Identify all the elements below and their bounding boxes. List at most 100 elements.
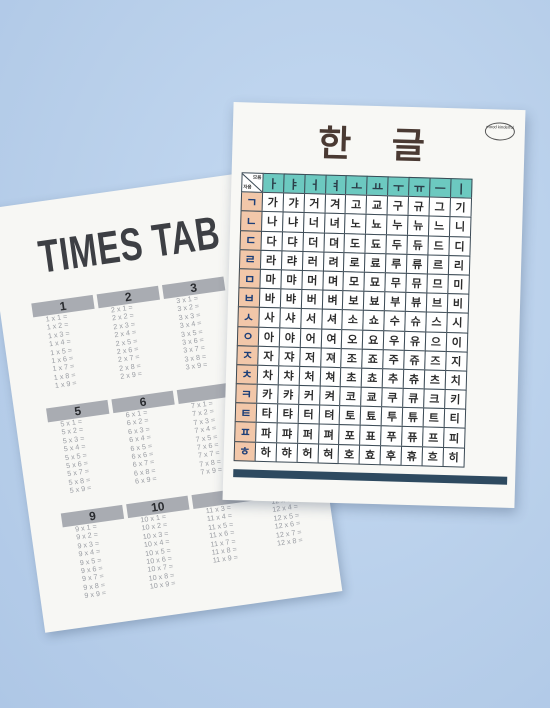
- syllable-cell: 쿄: [360, 386, 383, 408]
- syllable-cell: 마: [259, 268, 282, 290]
- syllable-cell: 서: [299, 308, 323, 330]
- corner-cell: 모음 자음: [241, 172, 264, 194]
- syllable-cell: 효: [358, 444, 382, 466]
- syllable-cell: 먀: [280, 269, 303, 291]
- syllable-cell: 허: [296, 442, 319, 464]
- syllable-cell: 투: [380, 406, 404, 428]
- syllable-cell: 류: [406, 253, 429, 275]
- syllable-cell: 켜: [318, 385, 342, 407]
- syllable-cell: 뷰: [404, 291, 428, 313]
- syllable-cell: 슈: [404, 311, 427, 332]
- syllable-cell: 토: [339, 405, 362, 427]
- syllable-cell: 셔: [320, 308, 344, 330]
- consonant-header-cell: ㄴ: [240, 210, 263, 232]
- syllable-cell: 구: [386, 195, 410, 217]
- syllable-cell: 그: [428, 196, 451, 218]
- syllable-cell: 쳐: [319, 366, 342, 388]
- consonant-header-cell: ㄱ: [240, 191, 264, 213]
- consonant-header-cell: ㅅ: [237, 306, 260, 328]
- syllable-cell: 므: [426, 273, 449, 295]
- syllable-cell: 퍼: [296, 423, 320, 445]
- syllable-cell: 크: [423, 388, 446, 410]
- syllable-cell: 뉴: [407, 215, 430, 237]
- syllable-cell: 라: [259, 249, 283, 271]
- syllable-cell: 교: [365, 194, 389, 216]
- times-table-section: 22 x 1 = 2 x 2 = 2 x 3 = 2 x 4 = 2 x 5 = 2 x …: [96, 285, 171, 383]
- syllable-cell: 뮤: [405, 272, 428, 294]
- syllable-cell: 로: [343, 251, 366, 273]
- times-table-section: 66 x 1 = 6 x 2 = 6 x 3 = 6 x 4 = 6 x 5 = 6 x …: [111, 390, 185, 488]
- syllable-cell: 스: [425, 311, 448, 333]
- syllable-cell: 소: [341, 309, 365, 331]
- syllable-cell: 커: [297, 384, 321, 406]
- syllable-cell: 러: [301, 250, 325, 272]
- consonant-header-cell: ㅌ: [234, 402, 258, 424]
- syllable-cell: 파: [255, 422, 278, 443]
- brand-logo-text: mood kinderful: [486, 124, 514, 130]
- syllable-cell: 가: [261, 192, 284, 213]
- syllable-cell: 누: [386, 214, 409, 236]
- vowel-header-cell: ㅣ: [449, 178, 473, 199]
- syllable-cell: 니: [448, 216, 472, 238]
- syllable-cell: 쇼: [362, 310, 386, 331]
- syllable-cell: 큐: [402, 387, 425, 409]
- syllable-cell: 벼: [321, 289, 344, 311]
- syllable-cell: 처: [298, 365, 321, 387]
- vowel-header-cell: ㅏ: [261, 172, 285, 194]
- hangul-chart-bottom-bar: [233, 469, 508, 485]
- syllable-cell: 오: [341, 328, 364, 350]
- syllable-cell: 츄: [402, 368, 426, 390]
- syllable-cell: 료: [364, 252, 387, 274]
- syllable-cell: 포: [338, 424, 361, 446]
- syllable-cell: 수: [383, 310, 406, 332]
- syllable-cell: 냐: [281, 211, 305, 233]
- syllable-cell: 표: [359, 425, 382, 446]
- vowel-header-cell: ㅜ: [387, 176, 410, 198]
- syllable-cell: 피: [442, 427, 466, 449]
- syllable-cell: 캬: [276, 384, 300, 406]
- syllable-cell: 쵸: [361, 367, 384, 389]
- syllable-cell: 사: [258, 307, 281, 328]
- consonant-header-cell: ㅎ: [233, 440, 257, 462]
- syllable-cell: 무: [384, 272, 408, 294]
- syllable-cell: 퓨: [401, 426, 424, 448]
- vowel-header-cell: ㅑ: [282, 173, 306, 195]
- syllable-cell: 조: [340, 347, 364, 369]
- syllable-cell: 뎌: [323, 232, 346, 253]
- syllable-cell: 키: [444, 389, 467, 410]
- syllable-cell: 프: [422, 426, 445, 448]
- syllable-cell: 듀: [406, 234, 429, 256]
- syllable-cell: 겨: [324, 193, 347, 215]
- syllable-cell: 튜: [401, 407, 425, 428]
- syllable-cell: 펴: [317, 423, 341, 445]
- vowel-header-cell: ㅠ: [408, 176, 431, 198]
- syllable-cell: 드: [427, 235, 450, 256]
- syllable-cell: 코: [339, 386, 363, 407]
- consonant-axis-label: 자음: [243, 185, 252, 191]
- syllable-cell: 즈: [424, 350, 447, 371]
- syllable-cell: 챠: [277, 365, 300, 387]
- syllable-cell: 부: [384, 291, 407, 313]
- syllable-cell: 갸: [282, 192, 305, 214]
- syllable-cell: 고: [344, 194, 368, 216]
- syllable-cell: 퍄: [275, 422, 299, 444]
- syllable-cell: 루: [385, 253, 408, 274]
- syllable-cell: 툐: [359, 405, 383, 427]
- syllable-cell: 나: [260, 211, 284, 232]
- syllable-cell: 카: [256, 383, 279, 405]
- syllable-cell: 쿠: [381, 387, 404, 409]
- syllable-cell: 지: [445, 350, 468, 372]
- syllable-cell: 으: [424, 330, 448, 352]
- syllable-cell: 르: [426, 254, 450, 276]
- syllable-cell: 리: [447, 254, 471, 276]
- times-table-section: 33 x 1 = 3 x 2 = 3 x 3 = 3 x 4 = 3 x 5 = 3 x …: [161, 276, 236, 374]
- syllable-cell: 두: [385, 233, 409, 255]
- syllable-cell: 호: [338, 443, 361, 465]
- syllable-cell: 요: [362, 329, 385, 350]
- syllable-cell: 노: [344, 213, 367, 235]
- syllable-cell: 우: [382, 329, 406, 351]
- syllable-cell: 텨: [318, 404, 341, 426]
- syllable-cell: 쥬: [403, 349, 426, 371]
- syllable-cell: 츠: [423, 369, 447, 391]
- syllable-cell: 죠: [361, 348, 385, 370]
